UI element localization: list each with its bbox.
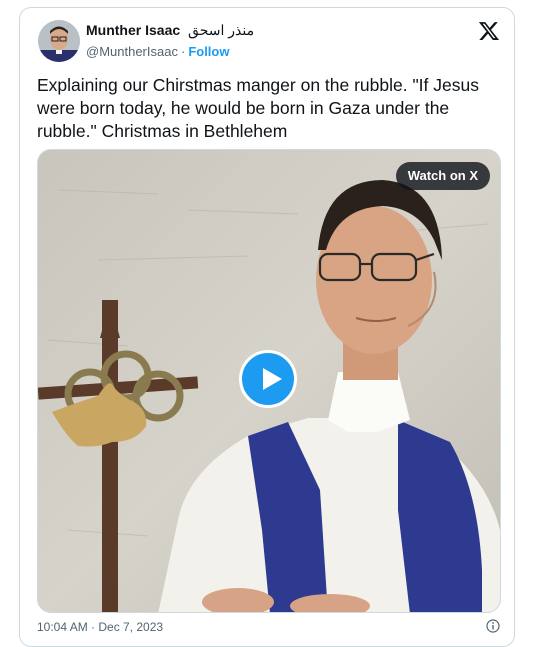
x-logo-icon[interactable]	[478, 20, 500, 42]
author-name-arabic: منذر اسحق	[188, 22, 255, 38]
play-icon[interactable]	[239, 350, 297, 408]
author-name[interactable]: Munther Isaac منذر اسحق	[86, 22, 254, 39]
video-player[interactable]: Watch on X	[37, 149, 501, 613]
tweet-embed-card[interactable]: Munther Isaac منذر اسحق @MuntherIsaac · Fo…	[19, 7, 515, 647]
author-handle[interactable]: @MuntherIsaac	[86, 44, 178, 59]
tweet-text: Explaining our Chirstmas manger on the r…	[37, 75, 479, 141]
tweet-timestamp[interactable]: 10:04 AM · Dec 7, 2023	[37, 620, 163, 634]
avatar[interactable]	[38, 20, 80, 62]
author-name-latin: Munther Isaac	[86, 22, 181, 38]
separator-dot: ·	[180, 44, 186, 59]
watch-on-x-button[interactable]: Watch on X	[395, 162, 490, 190]
follow-button[interactable]: Follow	[188, 44, 229, 59]
author-handle-row: @MuntherIsaac · Follow	[86, 44, 229, 59]
